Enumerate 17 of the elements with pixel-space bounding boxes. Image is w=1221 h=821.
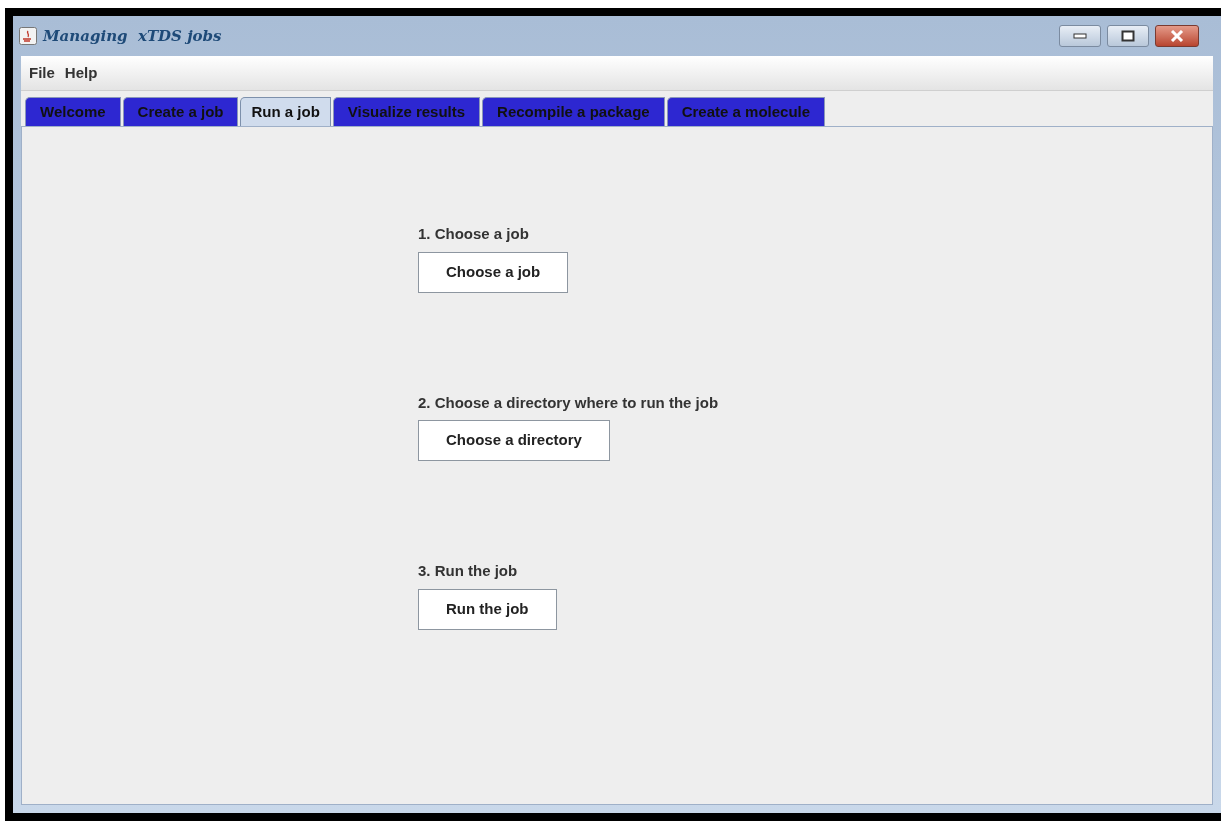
step-button[interactable]: Choose a job [418, 251, 569, 293]
window-title: Managing xTDS jobs [43, 25, 222, 47]
minimize-icon [1073, 33, 1087, 39]
step-button[interactable]: Choose a directory [418, 420, 610, 461]
step-button[interactable]: Run the job [418, 588, 557, 630]
menu-item[interactable]: Help [64, 61, 98, 85]
maximize-icon [1121, 30, 1135, 42]
close-icon [1169, 30, 1185, 42]
step-label: 1. Choose a job [418, 224, 529, 244]
minimize-button[interactable] [1059, 25, 1101, 47]
cup-icon [19, 27, 37, 45]
menu-item[interactable]: File [29, 61, 55, 85]
step-label: 2. Choose a directory where to run the job [418, 392, 719, 413]
close-button[interactable] [1155, 25, 1199, 47]
tab[interactable]: Run a job [240, 97, 331, 126]
step-label: 3. Run the job [418, 561, 518, 581]
maximize-button[interactable] [1107, 25, 1149, 47]
